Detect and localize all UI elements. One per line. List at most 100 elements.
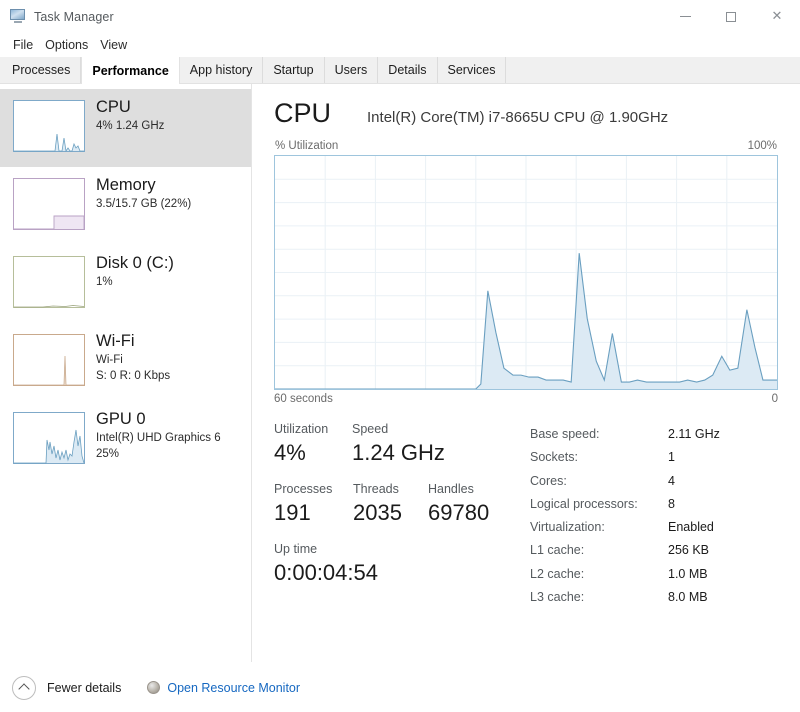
stat-processes: Processes 191 xyxy=(274,481,353,528)
sidebar-item-cpu[interactable]: CPU 4% 1.24 GHz xyxy=(0,89,251,167)
stat-row-usage: Utilization 4% Speed 1.24 GHz xyxy=(274,421,524,468)
sidebar-item-disk0-sub: 1% xyxy=(96,276,113,288)
sidebar-item-gpu0-sub1: Intel(R) UHD Graphics 6 xyxy=(96,432,221,444)
footer-bar: Fewer details Open Resource Monitor xyxy=(0,662,800,712)
sidebar-item-cpu-meta: CPU 4% 1.24 GHz xyxy=(96,96,164,134)
graph-top-labels: % Utilization 100% xyxy=(274,140,778,155)
chevron-up-icon xyxy=(18,683,30,695)
spec-value-l2-cache: 1.0 MB xyxy=(668,566,708,581)
spec-value-virtualization: Enabled xyxy=(668,520,714,535)
cpu-model-name: Intel(R) Core(TM) i7-8665U CPU @ 1.90GHz xyxy=(367,109,669,126)
sidebar-item-gpu0-title: GPU 0 xyxy=(96,410,146,428)
sidebar-item-gpu0-sub2: 25% xyxy=(96,448,120,460)
cpu-stats-left: Utilization 4% Speed 1.24 GHz Processes … xyxy=(274,421,524,609)
stat-handles-label: Handles xyxy=(428,482,474,496)
chart-gridlines xyxy=(275,156,777,389)
stat-utilization: Utilization 4% xyxy=(274,421,352,468)
sidebar-item-wifi-sub1: Wi-Fi xyxy=(96,354,123,366)
tab-users[interactable]: Users xyxy=(324,57,379,83)
resource-sidebar: CPU 4% 1.24 GHz Memory 3.5/15.7 GB (22%) xyxy=(0,84,252,662)
spec-key-logical-processors: Logical processors: xyxy=(530,496,638,511)
sidebar-item-wifi-meta: Wi-Fi Wi-Fi S: 0 R: 0 Kbps xyxy=(96,330,170,384)
close-button[interactable]: ✕ xyxy=(754,0,800,33)
sidebar-item-gpu0-meta: GPU 0 Intel(R) UHD Graphics 6 25% xyxy=(96,408,221,462)
tab-details[interactable]: Details xyxy=(378,57,438,83)
spec-row-l1-cache: L1 cache: 256 KB xyxy=(530,539,778,562)
spec-value-base-speed: 2.11 GHz xyxy=(668,427,720,441)
spec-row-base-speed: Base speed: 2.11 GHz xyxy=(530,423,778,446)
content-area: CPU 4% 1.24 GHz Memory 3.5/15.7 GB (22%) xyxy=(0,84,800,662)
spec-row-l3-cache: L3 cache: 8.0 MB xyxy=(530,586,778,609)
stat-row-uptime: Up time 0:00:04:54 xyxy=(274,541,524,588)
stat-row-counts: Processes 191 Threads 2035 Handles 69780 xyxy=(274,481,524,528)
stat-uptime-value: 0:00:04:54 xyxy=(274,560,378,585)
tab-processes[interactable]: Processes xyxy=(2,57,82,83)
graph-y-max-label: 100% xyxy=(747,140,777,152)
sidebar-item-wifi-title: Wi-Fi xyxy=(96,332,135,350)
stat-processes-label: Processes xyxy=(274,482,333,496)
sidebar-item-wifi-sub2: S: 0 R: 0 Kbps xyxy=(96,370,171,382)
spec-row-l2-cache: L2 cache: 1.0 MB xyxy=(530,563,778,586)
spec-key-l3-cache: L3 cache: xyxy=(530,590,585,605)
stat-threads-label: Threads xyxy=(353,482,399,496)
stat-speed-value: 1.24 GHz xyxy=(352,440,445,465)
menu-item-options[interactable]: Options xyxy=(39,34,94,56)
cpu-thumbnail-graph xyxy=(13,100,85,152)
stat-utilization-value: 4% xyxy=(274,440,306,465)
gpu0-thumbnail-graph xyxy=(13,412,85,464)
open-resource-monitor-link[interactable]: Open Resource Monitor xyxy=(167,681,300,695)
sidebar-item-wifi[interactable]: Wi-Fi Wi-Fi S: 0 R: 0 Kbps xyxy=(0,323,251,401)
tab-app-history[interactable]: App history xyxy=(179,57,264,83)
close-icon: ✕ xyxy=(771,9,783,24)
disk0-thumbnail-graph xyxy=(13,256,85,308)
stat-speed-label: Speed xyxy=(352,422,389,436)
spec-value-logical-processors: 8 xyxy=(668,496,675,511)
sidebar-item-memory-sub: 3.5/15.7 GB (22%) xyxy=(96,198,192,210)
spec-row-cores: Cores: 4 xyxy=(530,470,778,493)
minimize-icon xyxy=(679,16,691,17)
fewer-details-label[interactable]: Fewer details xyxy=(47,681,121,695)
spec-row-sockets: Sockets: 1 xyxy=(530,446,778,469)
cpu-stats: Utilization 4% Speed 1.24 GHz Processes … xyxy=(274,405,778,609)
stat-uptime-label: Up time xyxy=(274,542,318,556)
tab-bar: Processes Performance App history Startu… xyxy=(0,57,800,84)
spec-key-virtualization: Virtualization: xyxy=(530,520,605,535)
spec-row-virtualization: Virtualization: Enabled xyxy=(530,516,778,539)
tab-services[interactable]: Services xyxy=(437,57,507,83)
cpu-utilization-graph xyxy=(274,155,778,390)
sidebar-item-cpu-title: CPU xyxy=(96,98,131,116)
sidebar-item-cpu-sub: 4% 1.24 GHz xyxy=(96,120,165,132)
menu-bar: File Options View xyxy=(0,33,800,57)
sidebar-item-memory-title: Memory xyxy=(96,176,156,194)
spec-value-l3-cache: 8.0 MB xyxy=(668,590,708,605)
fewer-details-button[interactable] xyxy=(12,675,36,700)
window-controls: ✕ xyxy=(662,0,800,33)
stat-uptime: Up time 0:00:04:54 xyxy=(274,541,378,588)
tab-performance[interactable]: Performance xyxy=(81,57,180,84)
cpu-spec-list: Base speed: 2.11 GHz Sockets: 1 Cores: 4… xyxy=(524,421,778,609)
stat-speed: Speed 1.24 GHz xyxy=(352,421,472,468)
sidebar-item-disk0-meta: Disk 0 (C:) 1% xyxy=(96,252,174,290)
sidebar-item-gpu0[interactable]: GPU 0 Intel(R) UHD Graphics 6 25% xyxy=(0,401,251,479)
resource-monitor-icon xyxy=(147,681,161,694)
cpu-header: CPU Intel(R) Core(TM) i7-8665U CPU @ 1.9… xyxy=(274,96,778,140)
sidebar-item-memory[interactable]: Memory 3.5/15.7 GB (22%) xyxy=(0,167,251,245)
stat-handles-value: 69780 xyxy=(428,500,490,525)
task-manager-window: Task Manager ✕ File Options View Process… xyxy=(0,0,800,712)
tab-startup[interactable]: Startup xyxy=(263,57,325,83)
maximize-button[interactable] xyxy=(708,0,754,33)
spec-value-sockets: 1 xyxy=(668,450,675,465)
minimize-button[interactable] xyxy=(662,0,708,33)
spec-key-base-speed: Base speed: xyxy=(530,427,600,441)
stat-utilization-label: Utilization xyxy=(274,422,329,436)
graph-x-end-label: 0 xyxy=(771,393,778,405)
maximize-icon xyxy=(726,11,736,22)
cpu-utilization-chart xyxy=(275,156,777,389)
graph-bottom-labels: 60 seconds 0 xyxy=(274,390,778,405)
menu-item-file[interactable]: File xyxy=(7,34,39,56)
wifi-thumbnail-graph xyxy=(13,334,85,386)
sidebar-item-disk0[interactable]: Disk 0 (C:) 1% xyxy=(0,245,251,323)
spec-row-logical-processors: Logical processors: 8 xyxy=(530,493,778,516)
spec-key-cores: Cores: xyxy=(530,473,567,488)
menu-item-view[interactable]: View xyxy=(94,34,133,56)
